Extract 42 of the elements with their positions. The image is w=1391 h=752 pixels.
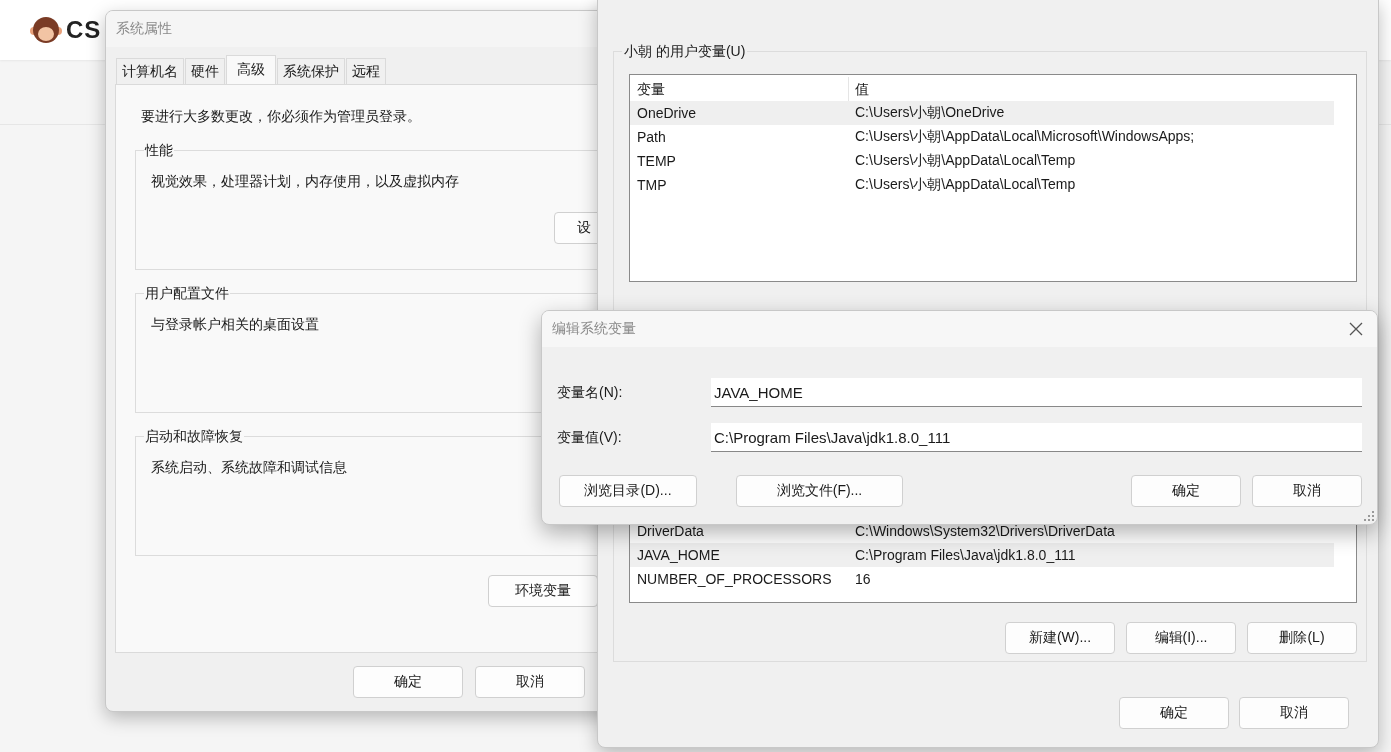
input-field[interactable]: C:\Program Files\Java\jdk1.8.0_111: [711, 423, 1362, 452]
cancel-button[interactable]: 取消: [1252, 475, 1362, 507]
table-row[interactable]: TMP C:\Users\小朝\AppData\Local\Temp: [630, 173, 1334, 197]
group-description: 视觉效果，处理器计划，内存使用，以及虚拟内存: [151, 173, 459, 189]
group-title: 启动和故障恢复: [144, 427, 244, 445]
group-description: 与登录帐户相关的桌面设置: [151, 316, 319, 332]
table-row[interactable]: JAVA_HOME C:\Program Files\Java\jdk1.8.0_111: [630, 543, 1334, 567]
window-title: 系统属性: [116, 20, 172, 38]
close-icon[interactable]: [1349, 322, 1363, 336]
field-label: 变量值(V):: [557, 428, 623, 447]
table-row[interactable]: TEMP C:\Users\小朝\AppData\Local\Temp: [630, 149, 1334, 173]
tab[interactable]: 硬件: [185, 58, 225, 84]
cancel-button[interactable]: 取消: [1239, 697, 1349, 729]
logo-text: CS: [66, 16, 102, 44]
table-row[interactable]: OneDrive C:\Users\小朝\OneDrive: [630, 101, 1334, 125]
ok-button[interactable]: 确定: [353, 666, 463, 698]
cancel-button[interactable]: 取消: [475, 666, 585, 698]
group-title: 性能: [144, 141, 174, 159]
browse-file-button[interactable]: 浏览文件(F)...: [736, 475, 903, 507]
table-row[interactable]: Path C:\Users\小朝\AppData\Local\Microsoft\WindowsApps;: [630, 125, 1334, 149]
group-title: 用户配置文件: [144, 284, 230, 302]
new-button[interactable]: 新建(W)...: [1005, 622, 1115, 654]
tab[interactable]: 远程: [346, 58, 386, 84]
ok-button[interactable]: 确定: [1131, 475, 1241, 507]
column-header[interactable]: 变量: [630, 77, 848, 101]
group-description: 系统启动、系统故障和调试信息: [151, 459, 347, 475]
ok-button[interactable]: 确定: [1119, 697, 1229, 729]
input-field[interactable]: JAVA_HOME: [711, 378, 1362, 407]
environment-variables-button[interactable]: 环境变量: [488, 575, 598, 607]
tab[interactable]: 高级: [226, 55, 276, 84]
tab[interactable]: 系统保护: [277, 58, 345, 84]
table-row[interactable]: NUMBER_OF_PROCESSORS 16: [630, 567, 1334, 591]
edit-button[interactable]: 编辑(I)...: [1126, 622, 1236, 654]
logo-icon: [30, 14, 62, 46]
admin-note: 要进行大多数更改，你必须作为管理员登录。: [141, 108, 421, 124]
resize-grip-icon[interactable]: [1364, 511, 1374, 521]
group-title: 小朝 的用户变量(U): [622, 42, 748, 60]
delete-button[interactable]: 删除(L): [1247, 622, 1357, 654]
browse-directory-button[interactable]: 浏览目录(D)...: [559, 475, 697, 507]
dialog-title: 编辑系统变量: [552, 320, 636, 338]
tab[interactable]: 计算机名: [116, 58, 184, 84]
field-label: 变量名(N):: [557, 383, 624, 402]
